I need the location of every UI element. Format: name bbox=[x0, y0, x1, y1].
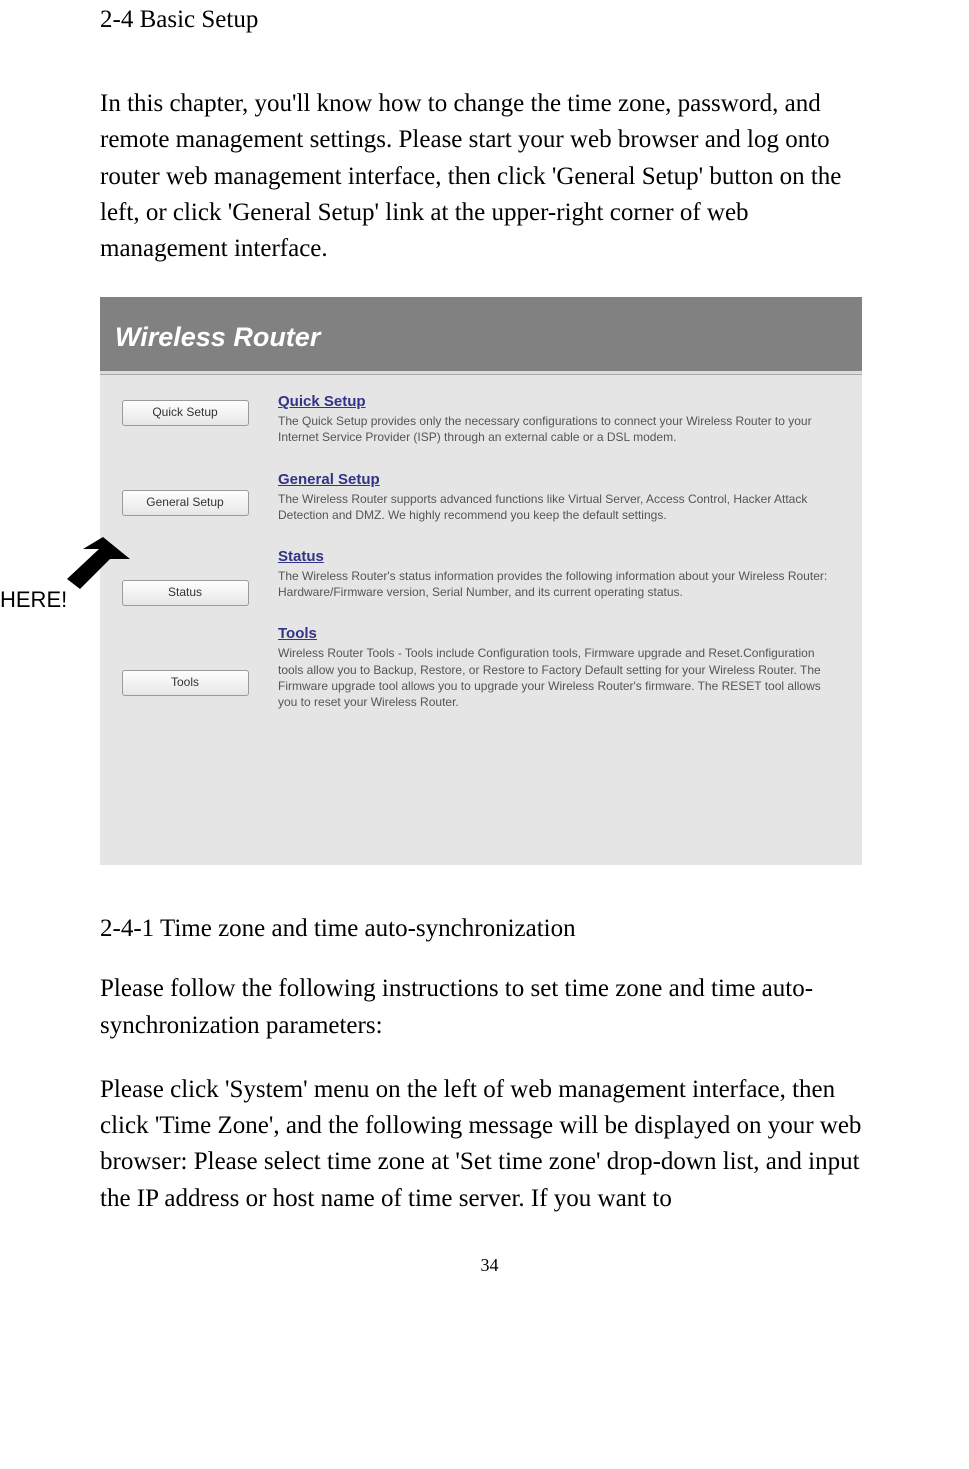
router-sidebar: Quick Setup General Setup Status Tools bbox=[100, 375, 270, 865]
general-setup-button[interactable]: General Setup bbox=[122, 490, 249, 516]
quick-setup-section: Quick Setup The Quick Setup provides onl… bbox=[278, 393, 842, 445]
body-paragraph-2: Please click 'System' menu on the left o… bbox=[100, 1072, 879, 1217]
tools-section: Tools Wireless Router Tools - Tools incl… bbox=[278, 625, 842, 710]
body-paragraph-1: Please follow the following instructions… bbox=[100, 971, 879, 1044]
tools-button[interactable]: Tools bbox=[122, 670, 249, 696]
router-screenshot-container: HERE! Wireless Router Quick Setup Genera… bbox=[100, 297, 879, 865]
section-title: 2-4 Basic Setup bbox=[100, 6, 879, 34]
router-ui-screenshot: Wireless Router Quick Setup General Setu… bbox=[100, 297, 862, 865]
page-number: 34 bbox=[100, 1255, 879, 1276]
tools-link[interactable]: Tools bbox=[278, 625, 842, 642]
subsection-title: 2-4-1 Time zone and time auto-synchroniz… bbox=[100, 915, 879, 943]
quick-setup-button[interactable]: Quick Setup bbox=[122, 400, 249, 426]
router-header: Wireless Router bbox=[100, 297, 862, 371]
status-link[interactable]: Status bbox=[278, 548, 842, 565]
quick-setup-description: The Quick Setup provides only the necess… bbox=[278, 413, 842, 445]
intro-paragraph: In this chapter, you'll know how to chan… bbox=[100, 86, 879, 267]
router-title: Wireless Router bbox=[115, 322, 320, 352]
status-description: The Wireless Router's status information… bbox=[278, 568, 842, 600]
router-body: Quick Setup General Setup Status Tools Q… bbox=[100, 375, 862, 865]
general-setup-description: The Wireless Router supports advanced fu… bbox=[278, 491, 842, 523]
general-setup-section: General Setup The Wireless Router suppor… bbox=[278, 471, 842, 523]
quick-setup-link[interactable]: Quick Setup bbox=[278, 393, 842, 410]
tools-description: Wireless Router Tools - Tools include Co… bbox=[278, 645, 842, 710]
arrow-icon bbox=[55, 537, 130, 592]
status-section: Status The Wireless Router's status info… bbox=[278, 548, 842, 600]
status-button[interactable]: Status bbox=[122, 580, 249, 606]
general-setup-link[interactable]: General Setup bbox=[278, 471, 842, 488]
router-content: Quick Setup The Quick Setup provides onl… bbox=[270, 375, 862, 865]
